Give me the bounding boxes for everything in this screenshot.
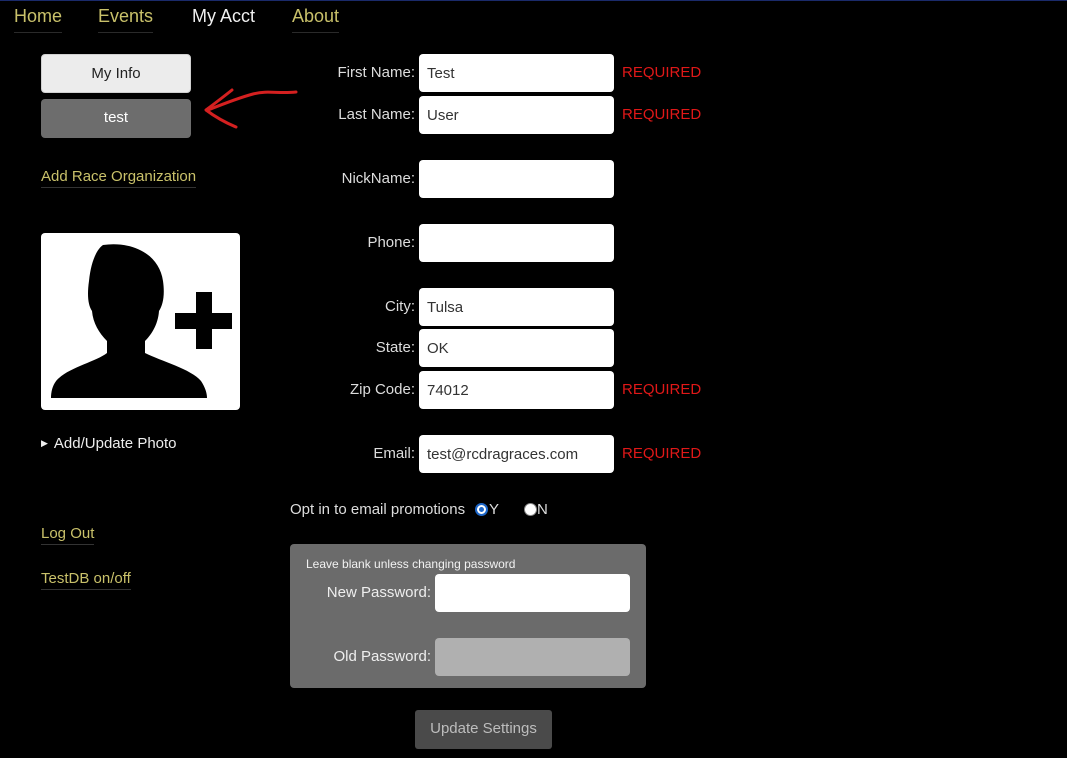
state-field[interactable]	[419, 329, 614, 367]
nav-about[interactable]: About	[292, 3, 340, 33]
optin-no-label[interactable]: N	[537, 501, 548, 518]
zip-code-required: REQUIRED	[622, 381, 702, 398]
profile-photo-placeholder[interactable]	[41, 233, 240, 410]
phone-label: Phone:	[367, 234, 415, 251]
nickname-field[interactable]	[419, 160, 614, 198]
last-name-required: REQUIRED	[622, 106, 702, 123]
nickname-label: NickName:	[341, 170, 415, 187]
last-name-label: Last Name:	[338, 106, 415, 123]
email-field[interactable]	[419, 435, 614, 473]
first-name-label: First Name:	[337, 64, 415, 81]
triangle-right-icon: ▶	[41, 438, 48, 448]
top-nav-bar: Home Events My Acct About	[0, 0, 1067, 35]
optin-yes-radio[interactable]	[475, 503, 488, 516]
optin-no-radio[interactable]	[524, 503, 537, 516]
zip-code-label: Zip Code:	[349, 381, 415, 398]
add-race-organization-link[interactable]: Add Race Organization	[41, 168, 197, 188]
optin-yes-label[interactable]: Y	[489, 501, 499, 518]
password-note: Leave blank unless changing password	[306, 557, 516, 571]
city-label: City:	[385, 298, 415, 315]
nav-events[interactable]: Events	[98, 3, 154, 33]
zip-code-field[interactable]	[419, 371, 614, 409]
state-label: State:	[375, 339, 415, 356]
city-field[interactable]	[419, 288, 614, 326]
my-info-button[interactable]: My Info	[41, 54, 191, 93]
old-password-label: Old Password:	[333, 648, 431, 665]
password-panel: Leave blank unless changing password New…	[290, 544, 646, 688]
old-password-field[interactable]	[435, 638, 630, 676]
last-name-field[interactable]	[419, 96, 614, 134]
first-name-required: REQUIRED	[622, 64, 702, 81]
nav-home[interactable]: Home	[14, 3, 63, 33]
new-password-field[interactable]	[435, 574, 630, 612]
log-out-link[interactable]: Log Out	[41, 525, 95, 545]
email-optin-label: Opt in to email promotions	[290, 501, 466, 518]
testdb-toggle-link[interactable]: TestDB on/off	[41, 570, 131, 590]
add-update-photo-label: Add/Update Photo	[53, 435, 177, 452]
phone-field[interactable]	[419, 224, 614, 262]
profile-test-button[interactable]: test	[41, 99, 191, 138]
email-label: Email:	[373, 445, 415, 462]
update-settings-button[interactable]: Update Settings	[415, 710, 552, 749]
new-password-label: New Password:	[326, 584, 431, 601]
add-user-icon	[51, 244, 232, 398]
nav-my-acct[interactable]: My Acct	[192, 3, 255, 32]
first-name-field[interactable]	[419, 54, 614, 92]
add-update-photo-toggle[interactable]: ▶ Add/Update Photo	[41, 435, 177, 452]
email-required: REQUIRED	[622, 445, 702, 462]
